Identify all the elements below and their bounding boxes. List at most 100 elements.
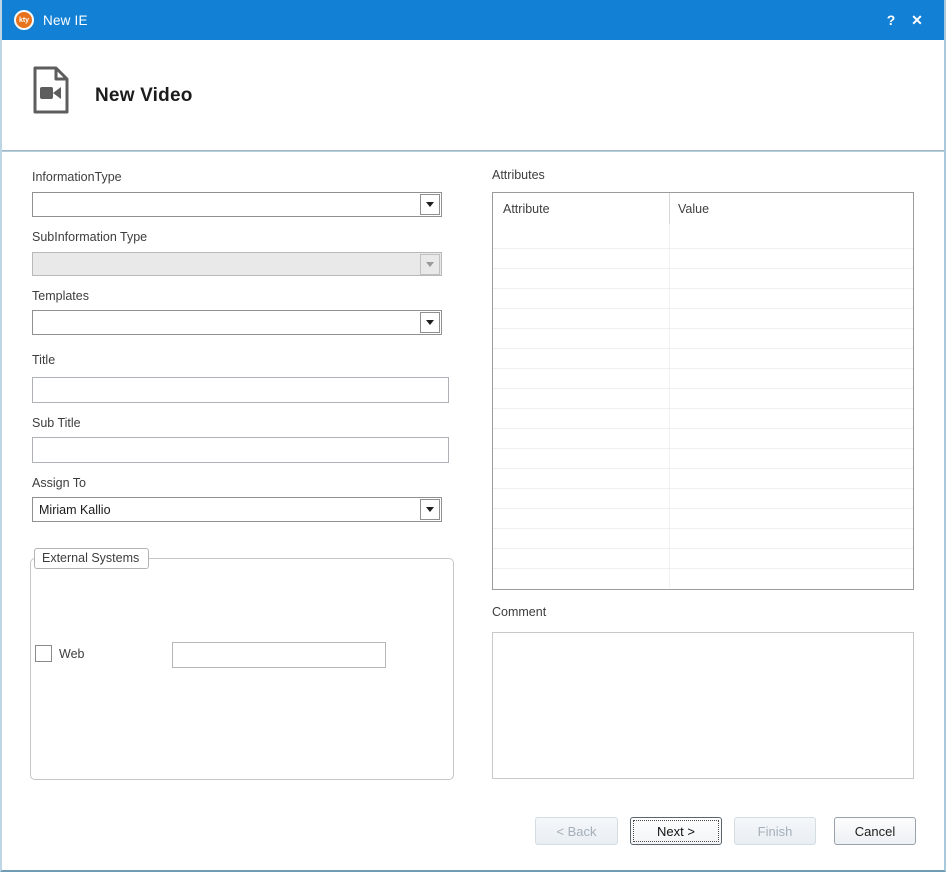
information-type-combo[interactable] xyxy=(32,192,442,217)
finish-button[interactable]: Finish xyxy=(734,817,816,845)
table-cell-value xyxy=(670,389,913,408)
table-cell-value xyxy=(670,489,913,508)
table-row[interactable] xyxy=(493,328,913,348)
comment-label: Comment xyxy=(492,605,546,619)
attributes-label: Attributes xyxy=(492,168,545,182)
header-divider xyxy=(2,150,944,152)
subinformation-type-dropdown-button xyxy=(420,254,440,275)
table-row[interactable] xyxy=(493,348,913,368)
table-row[interactable] xyxy=(493,508,913,528)
table-row[interactable] xyxy=(493,288,913,308)
table-cell-value xyxy=(670,469,913,488)
assign-to-label: Assign To xyxy=(32,476,86,490)
table-cell-attribute xyxy=(493,389,670,408)
external-systems-group xyxy=(30,558,454,780)
table-cell-value xyxy=(670,429,913,448)
window-titlebar[interactable]: kty New IE ? ✕ xyxy=(2,0,944,40)
table-cell-value xyxy=(670,369,913,388)
table-cell-value xyxy=(670,549,913,568)
assign-to-dropdown-button[interactable] xyxy=(420,499,440,520)
table-cell-value xyxy=(670,349,913,368)
table-cell-attribute xyxy=(493,529,670,548)
table-row[interactable] xyxy=(493,468,913,488)
back-button[interactable]: < Back xyxy=(535,817,618,845)
sub-title-label: Sub Title xyxy=(32,416,81,430)
table-cell-value xyxy=(670,309,913,328)
table-cell-value xyxy=(670,529,913,548)
subinformation-type-label: SubInformation Type xyxy=(32,230,147,244)
table-row[interactable] xyxy=(493,248,913,268)
table-row[interactable] xyxy=(493,488,913,508)
chevron-down-icon xyxy=(426,320,434,325)
assign-to-value: Miriam Kallio xyxy=(33,503,420,517)
table-cell-value xyxy=(670,569,913,588)
attributes-column-header-value[interactable]: Value xyxy=(670,193,913,224)
next-button[interactable]: Next > xyxy=(630,817,722,845)
table-cell-value xyxy=(670,289,913,308)
chevron-down-icon xyxy=(426,202,434,207)
templates-dropdown-button[interactable] xyxy=(420,312,440,333)
table-cell-attribute xyxy=(493,269,670,288)
table-cell-value xyxy=(670,329,913,348)
table-cell-attribute xyxy=(493,469,670,488)
table-cell-attribute xyxy=(493,409,670,428)
table-cell-attribute xyxy=(493,329,670,348)
table-cell-attribute xyxy=(493,289,670,308)
assign-to-combo[interactable]: Miriam Kallio xyxy=(32,497,442,522)
table-row[interactable] xyxy=(493,428,913,448)
table-row[interactable] xyxy=(493,224,913,248)
attributes-table-header: Attribute Value xyxy=(493,193,913,224)
subinformation-type-combo xyxy=(32,252,442,276)
table-row[interactable] xyxy=(493,268,913,288)
cancel-button[interactable]: Cancel xyxy=(834,817,916,845)
web-checkbox[interactable] xyxy=(35,645,52,662)
app-badge-icon: kty xyxy=(14,10,34,30)
web-input[interactable] xyxy=(172,642,386,668)
table-cell-attribute xyxy=(493,509,670,528)
title-label: Title xyxy=(32,353,55,367)
comment-textarea[interactable] xyxy=(492,632,914,779)
sub-title-input[interactable] xyxy=(32,437,449,463)
table-row[interactable] xyxy=(493,388,913,408)
video-document-icon xyxy=(32,66,69,119)
table-cell-attribute xyxy=(493,449,670,468)
table-row[interactable] xyxy=(493,568,913,588)
chevron-down-icon xyxy=(426,262,434,267)
external-systems-legend: External Systems xyxy=(34,548,149,569)
templates-combo[interactable] xyxy=(32,310,442,335)
table-row[interactable] xyxy=(493,548,913,568)
table-cell-value xyxy=(670,509,913,528)
information-type-label: InformationType xyxy=(32,170,122,184)
page-title: New Video xyxy=(95,85,193,107)
table-row[interactable] xyxy=(493,528,913,548)
title-input[interactable] xyxy=(32,377,449,403)
table-cell-attribute xyxy=(493,549,670,568)
table-row[interactable] xyxy=(493,368,913,388)
table-cell-value xyxy=(670,409,913,428)
table-cell-attribute xyxy=(493,224,670,248)
information-type-dropdown-button[interactable] xyxy=(420,194,440,215)
table-cell-attribute xyxy=(493,429,670,448)
table-row[interactable] xyxy=(493,308,913,328)
new-ie-dialog: kty New IE ? ✕ New Video InformationType… xyxy=(0,0,946,872)
table-row[interactable] xyxy=(493,408,913,428)
table-cell-attribute xyxy=(493,349,670,368)
attributes-table-rows xyxy=(493,224,913,588)
table-cell-attribute xyxy=(493,309,670,328)
table-cell-value xyxy=(670,449,913,468)
attributes-table: Attribute Value xyxy=(492,192,914,590)
close-button[interactable]: ✕ xyxy=(904,7,930,33)
table-cell-attribute xyxy=(493,569,670,588)
table-cell-value xyxy=(670,269,913,288)
table-cell-attribute xyxy=(493,369,670,388)
help-button[interactable]: ? xyxy=(878,7,904,33)
table-cell-attribute xyxy=(493,249,670,268)
table-cell-attribute xyxy=(493,489,670,508)
web-checkbox-label: Web xyxy=(59,647,84,661)
window-title: New IE xyxy=(43,13,88,28)
table-cell-value xyxy=(670,224,913,248)
chevron-down-icon xyxy=(426,507,434,512)
table-cell-value xyxy=(670,249,913,268)
table-row[interactable] xyxy=(493,448,913,468)
attributes-column-header-attribute[interactable]: Attribute xyxy=(493,193,670,224)
